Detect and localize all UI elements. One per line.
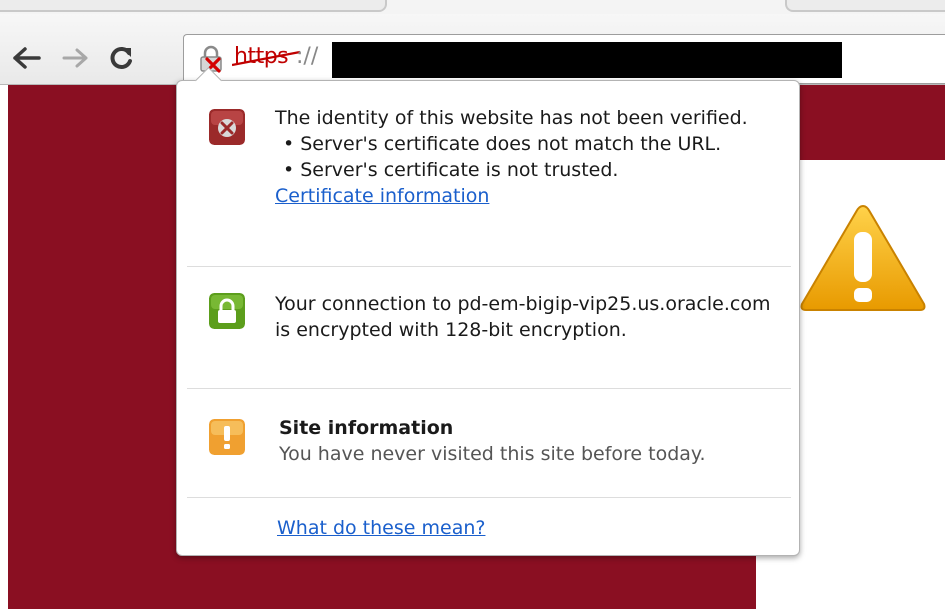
section-divider	[187, 266, 791, 267]
tab-left[interactable]	[0, 0, 387, 12]
identity-bullet: • Server's certificate does not match th…	[283, 133, 722, 155]
arrow-right-icon	[62, 48, 88, 68]
certificate-information-link[interactable]: Certificate information	[275, 185, 489, 207]
site-info-warning-icon	[209, 419, 245, 455]
reload-button[interactable]	[104, 38, 138, 78]
identity-error-icon	[209, 109, 245, 145]
url-separator: ://	[296, 44, 319, 69]
reload-icon	[110, 47, 132, 69]
section-divider	[187, 497, 791, 498]
tab-strip	[0, 0, 945, 14]
connection-section: Your connection to pd-em-bigip-vip25.us.…	[275, 291, 775, 343]
identity-heading: The identity of this website has not bee…	[275, 107, 748, 129]
address-bar[interactable]: https ://	[183, 34, 945, 84]
site-security-popup: The identity of this website has not bee…	[176, 67, 800, 556]
identity-section: The identity of this website has not bee…	[275, 105, 775, 209]
what-do-these-mean-link[interactable]: What do these mean?	[277, 517, 485, 539]
secure-lock-icon	[209, 293, 245, 329]
forward-button[interactable]	[58, 38, 92, 78]
arrow-left-icon	[13, 47, 41, 69]
help-section: What do these mean?	[277, 515, 485, 541]
redacted-url	[332, 42, 842, 78]
back-button[interactable]	[10, 38, 44, 78]
site-info-text: You have never visited this site before …	[279, 443, 706, 465]
tab-right[interactable]	[785, 0, 945, 12]
site-info-section: Site information You have never visited …	[279, 415, 779, 467]
url-scheme: https	[232, 44, 301, 69]
warning-triangle-icon	[800, 204, 926, 311]
browser-toolbar: https ://	[0, 14, 945, 85]
section-divider	[187, 388, 791, 389]
site-info-title: Site information	[279, 417, 454, 439]
url-scheme-text: https	[234, 44, 289, 69]
identity-bullet: • Server's certificate is not trusted.	[283, 159, 619, 181]
connection-text: Your connection to pd-em-bigip-vip25.us.…	[275, 293, 771, 341]
